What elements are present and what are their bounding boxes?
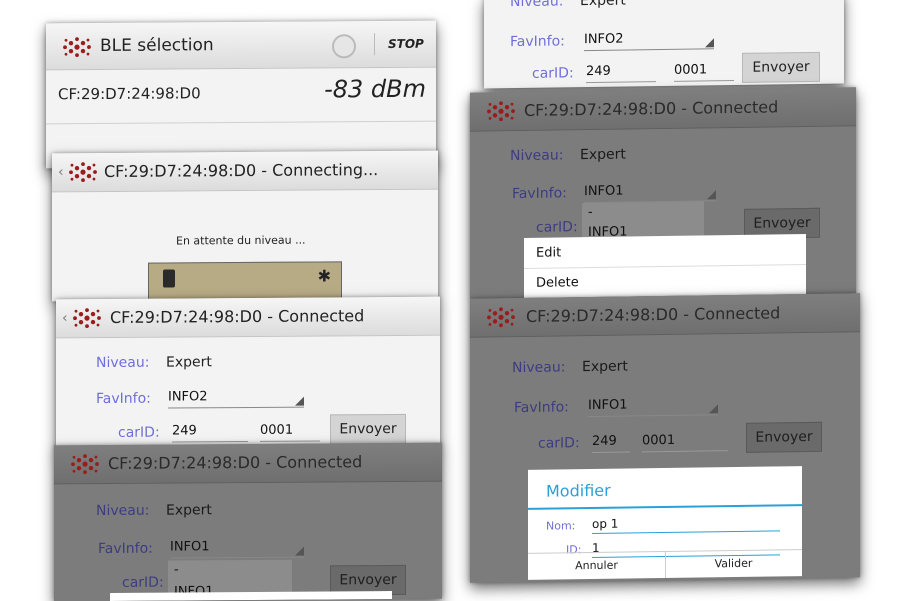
code-input[interactable]: 0001 bbox=[260, 422, 320, 442]
connected-screen-modify-dialog: ‹ CF:29:D7:24:98:D0 - Connected Niveau: … bbox=[470, 293, 860, 583]
connected-screen-info2-top: Niveau: Expert FavInfo: INFO2 carID: 249… bbox=[484, 0, 844, 89]
row-divider bbox=[46, 120, 436, 125]
action-bar: ‹ CF:29:D7:24:98:D0 - Connected bbox=[56, 296, 440, 339]
favinfo-label: FavInfo: bbox=[98, 540, 153, 558]
niveau-value: Expert bbox=[580, 146, 626, 164]
niveau-value: Expert bbox=[580, 0, 626, 10]
action-bar: BLE sélection STOP bbox=[46, 20, 436, 71]
modify-dialog: Modifier Nom: op 1 ID: 1 Annuler Valider bbox=[528, 466, 802, 580]
dropdown-arrow-icon bbox=[295, 396, 304, 406]
connected-screen-dropdown: ‹ CF:29:D7:24:98:D0 - Connected Niveau: … bbox=[54, 442, 442, 601]
carid-label: carID: bbox=[122, 574, 164, 591]
action-bar: ‹ CF:29:D7:24:98:D0 - Connected bbox=[470, 87, 856, 132]
waiting-message: En attente du niveau ... bbox=[176, 233, 306, 248]
favinfo-label: FavInfo: bbox=[512, 185, 567, 203]
back-arrow-icon[interactable]: ‹ bbox=[476, 104, 482, 120]
device-rssi: -83 dBm bbox=[324, 74, 426, 104]
device-row[interactable]: CF:29:D7:24:98:D0 -83 dBm bbox=[46, 69, 436, 118]
name-label: Nom: bbox=[546, 519, 576, 533]
carid-input[interactable]: 249 bbox=[592, 433, 630, 454]
niveau-value: Expert bbox=[166, 354, 212, 371]
context-menu: Edit Delete bbox=[524, 234, 806, 299]
favinfo-spinner[interactable]: INFO2 bbox=[584, 30, 714, 52]
carid-label: carID: bbox=[118, 424, 160, 441]
code-input[interactable]: 0001 bbox=[674, 62, 734, 82]
app-logo-icon bbox=[487, 307, 515, 328]
carid-label: carID: bbox=[532, 65, 574, 82]
carid-input[interactable]: 249 bbox=[586, 63, 656, 84]
carid-label: carID: bbox=[536, 219, 578, 236]
dropdown-arrow-icon bbox=[709, 404, 718, 414]
app-logo-icon bbox=[63, 37, 91, 58]
favinfo-value: INFO2 bbox=[584, 31, 624, 48]
screen-title: CF:29:D7:24:98:D0 - Connected bbox=[108, 452, 363, 473]
device-address: CF:29:D7:24:98:D0 bbox=[58, 84, 201, 104]
favinfo-spinner[interactable]: INFO2 bbox=[168, 388, 304, 409]
favinfo-spinner[interactable]: INFO1 bbox=[584, 182, 716, 204]
niveau-value: Expert bbox=[166, 502, 212, 519]
stop-button[interactable]: STOP bbox=[388, 37, 424, 51]
app-logo-icon bbox=[69, 162, 97, 183]
dialog-title-divider bbox=[528, 504, 802, 510]
dropdown-arrow-icon bbox=[707, 190, 716, 200]
envoyer-button[interactable]: Envoyer bbox=[746, 421, 822, 453]
dropdown-arrow-icon bbox=[295, 546, 304, 556]
niveau-label: Niveau: bbox=[510, 0, 564, 11]
screen-title: CF:29:D7:24:98:D0 - Connected bbox=[526, 303, 781, 326]
back-arrow-icon[interactable]: ‹ bbox=[476, 310, 482, 326]
favinfo-value: INFO1 bbox=[170, 539, 210, 555]
dropdown-arrow-icon bbox=[705, 38, 714, 48]
back-arrow-icon[interactable]: ‹ bbox=[60, 456, 66, 472]
niveau-label: Niveau: bbox=[510, 147, 564, 165]
device-image: ✱ bbox=[148, 261, 342, 302]
scan-progress-icon bbox=[332, 34, 356, 59]
favinfo-value: INFO1 bbox=[584, 183, 624, 200]
niveau-label: Niveau: bbox=[96, 502, 150, 520]
name-input[interactable]: op 1 bbox=[592, 514, 780, 535]
dropdown-option[interactable]: - bbox=[174, 562, 179, 577]
ok-button[interactable]: Valider bbox=[665, 549, 802, 578]
envoyer-button[interactable]: Envoyer bbox=[330, 413, 406, 445]
code-input[interactable]: 0001 bbox=[642, 432, 728, 453]
screen-title: CF:29:D7:24:98:D0 - Connecting... bbox=[104, 160, 379, 181]
envoyer-button[interactable]: Envoyer bbox=[742, 51, 820, 83]
connected-screen-info2: ‹ CF:29:D7:24:98:D0 - Connected Niveau: … bbox=[56, 296, 440, 450]
action-bar: ‹ CF:29:D7:24:98:D0 - Connecting... bbox=[52, 150, 438, 193]
app-logo-icon bbox=[71, 454, 99, 475]
back-arrow-icon[interactable]: ‹ bbox=[58, 164, 64, 180]
favinfo-value: INFO2 bbox=[168, 389, 208, 405]
context-menu-top bbox=[110, 590, 392, 601]
screen-title: CF:29:D7:24:98:D0 - Connected bbox=[524, 97, 779, 120]
favinfo-spinner[interactable]: INFO1 bbox=[588, 396, 718, 418]
action-bar: ‹ CF:29:D7:24:98:D0 - Connected bbox=[54, 442, 442, 485]
screen-title: CF:29:D7:24:98:D0 - Connected bbox=[110, 306, 365, 327]
niveau-value: Expert bbox=[582, 358, 628, 376]
app-logo-icon bbox=[73, 308, 101, 329]
bluetooth-icon: ✱ bbox=[317, 266, 331, 286]
connected-screen-context-menu: ‹ CF:29:D7:24:98:D0 - Connected Niveau: … bbox=[470, 87, 856, 299]
niveau-label: Niveau: bbox=[512, 359, 566, 377]
favinfo-label: FavInfo: bbox=[510, 33, 565, 51]
app-logo-icon bbox=[487, 101, 515, 122]
phone-icon bbox=[163, 269, 175, 288]
carid-input[interactable]: 249 bbox=[172, 423, 248, 443]
edit-menu-item[interactable]: Edit bbox=[536, 245, 561, 260]
divider bbox=[374, 33, 375, 56]
connecting-screen: ‹ CF:29:D7:24:98:D0 - Connecting... En a… bbox=[52, 150, 438, 302]
favinfo-label: FavInfo: bbox=[96, 390, 151, 408]
delete-menu-item[interactable]: Delete bbox=[536, 275, 579, 291]
back-arrow-icon[interactable]: ‹ bbox=[62, 310, 68, 326]
niveau-label: Niveau: bbox=[96, 354, 150, 372]
screen-title: BLE sélection bbox=[100, 35, 214, 56]
carid-label: carID: bbox=[538, 435, 580, 452]
dropdown-option[interactable]: - bbox=[588, 205, 593, 220]
ble-selection-screen: BLE sélection STOP CF:29:D7:24:98:D0 -83… bbox=[46, 20, 436, 169]
favinfo-label: FavInfo: bbox=[514, 399, 569, 417]
dialog-title: Modifier bbox=[546, 480, 611, 501]
favinfo-spinner[interactable]: INFO1 bbox=[170, 538, 304, 559]
cancel-button[interactable]: Annuler bbox=[528, 550, 666, 580]
menu-divider bbox=[524, 264, 806, 269]
favinfo-value: INFO1 bbox=[588, 397, 628, 414]
action-bar: ‹ CF:29:D7:24:98:D0 - Connected bbox=[470, 293, 860, 338]
